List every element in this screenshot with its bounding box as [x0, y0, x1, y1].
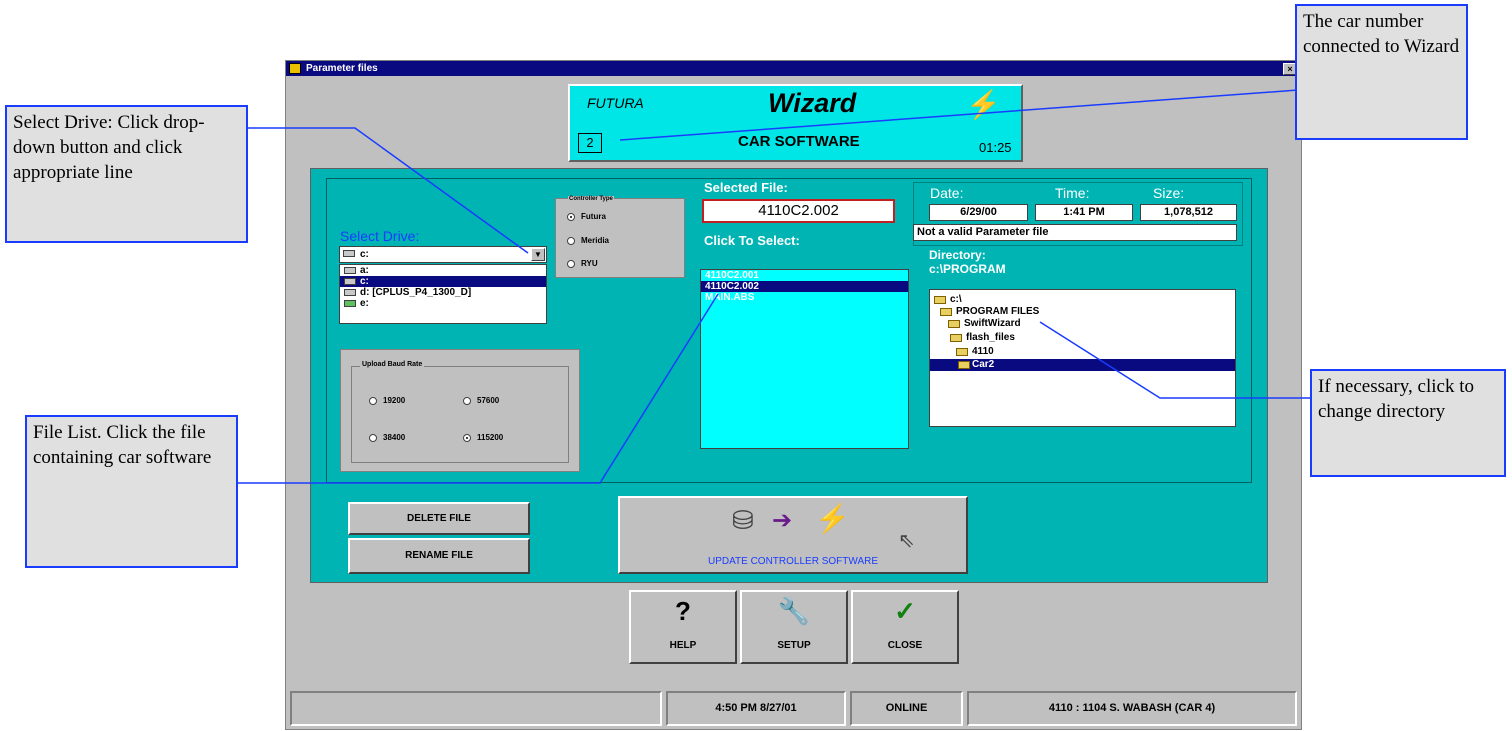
- annotation-file-list: File List. Click the file containing car…: [25, 415, 238, 568]
- annotation-car-number: The car number connected to Wizard: [1295, 4, 1468, 140]
- callout-line-file: [238, 293, 719, 484]
- callout-line-drive: [247, 127, 529, 254]
- annotation-select-drive: Select Drive: Click drop-down button and…: [5, 105, 248, 243]
- callout-line-car: [619, 89, 1299, 141]
- annotation-directory: If necessary, click to change directory: [1310, 369, 1506, 477]
- callout-line-directory: [1039, 321, 1310, 399]
